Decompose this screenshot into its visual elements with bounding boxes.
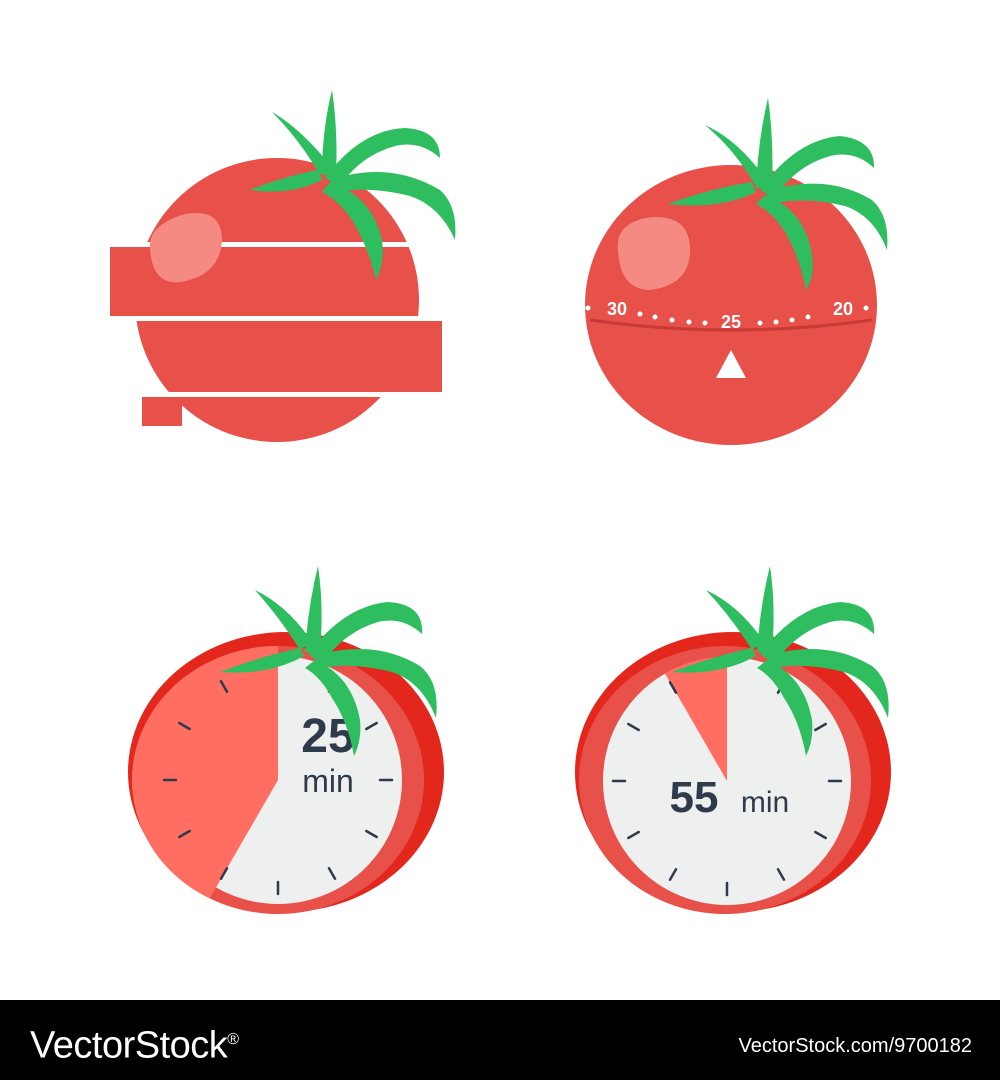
clock-minutes: 55: [670, 773, 719, 822]
footer-bar: VectorStock® VectorStock.com/9700182: [0, 1000, 1000, 1080]
tomato-clock-55-icon: 55 min: [575, 566, 891, 914]
scale-label-25: 25: [721, 312, 741, 332]
tomato-clock-25-icon: 25 min: [128, 566, 444, 914]
image-url: VectorStock.com/9700182: [738, 1035, 972, 1057]
clock-unit: min: [302, 763, 354, 799]
clock-unit: min: [741, 786, 789, 819]
scale-label-30: 30: [607, 299, 627, 319]
scale-label-20: 20: [833, 299, 853, 319]
sliced-tomato-icon: [100, 90, 460, 442]
tomato-timer-illustration: 30 25 20 25 min 55 min: [100, 90, 891, 914]
brand-logo: VectorStock®: [30, 1024, 239, 1067]
kitchen-timer-tomato-icon: 30 25 20: [585, 98, 888, 445]
